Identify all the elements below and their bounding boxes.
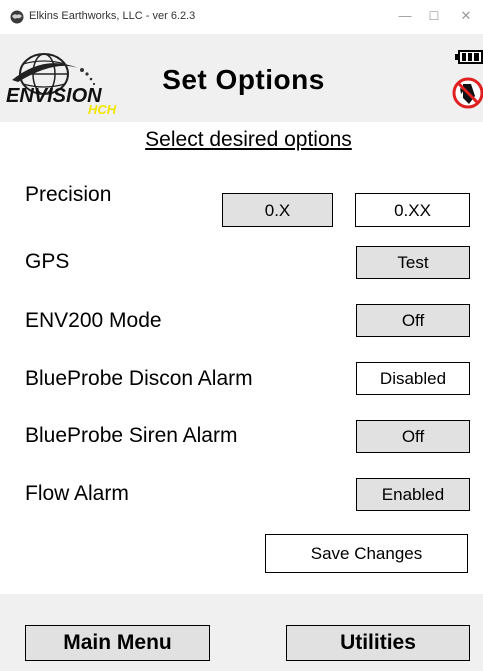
battery-icon — [455, 50, 483, 64]
discon-alarm-label: BlueProbe Discon Alarm — [25, 367, 253, 390]
footer: Main Menu Utilities — [0, 594, 483, 671]
flow-alarm-label: Flow Alarm — [25, 482, 129, 505]
precision-0xx-button[interactable]: 0.XX — [355, 193, 470, 227]
maximize-icon[interactable]: ☐ — [425, 7, 443, 25]
probe-disconnected-icon — [452, 77, 483, 109]
flow-alarm-button[interactable]: Enabled — [356, 478, 470, 511]
siren-alarm-label: BlueProbe Siren Alarm — [25, 424, 238, 447]
env200-label: ENV200 Mode — [25, 309, 162, 332]
logo-subtext: HCH — [88, 102, 117, 116]
header: ENVISION HCH Set Options — [0, 34, 483, 122]
discon-alarm-button[interactable]: Disabled — [356, 362, 470, 395]
close-icon[interactable]: ✕ — [457, 7, 475, 25]
precision-label: Precision — [25, 183, 112, 206]
window-titlebar: Elkins Earthworks, LLC - ver 6.2.3 — ☐ ✕ — [0, 0, 483, 35]
gps-test-button[interactable]: Test — [356, 246, 470, 279]
save-changes-button[interactable]: Save Changes — [265, 534, 468, 573]
window-title: Elkins Earthworks, LLC - ver 6.2.3 — [29, 10, 196, 22]
subtitle: Select desired options — [145, 128, 352, 151]
env200-mode-button[interactable]: Off — [356, 304, 470, 337]
minimize-icon[interactable]: — — [396, 7, 414, 25]
page-title: Set Options — [162, 64, 325, 95]
siren-alarm-button[interactable]: Off — [356, 420, 470, 453]
main-menu-button[interactable]: Main Menu — [25, 625, 210, 661]
app-icon — [10, 10, 24, 24]
gps-label: GPS — [25, 250, 70, 273]
precision-0x-button[interactable]: 0.X — [222, 193, 333, 227]
utilities-button[interactable]: Utilities — [286, 625, 470, 661]
